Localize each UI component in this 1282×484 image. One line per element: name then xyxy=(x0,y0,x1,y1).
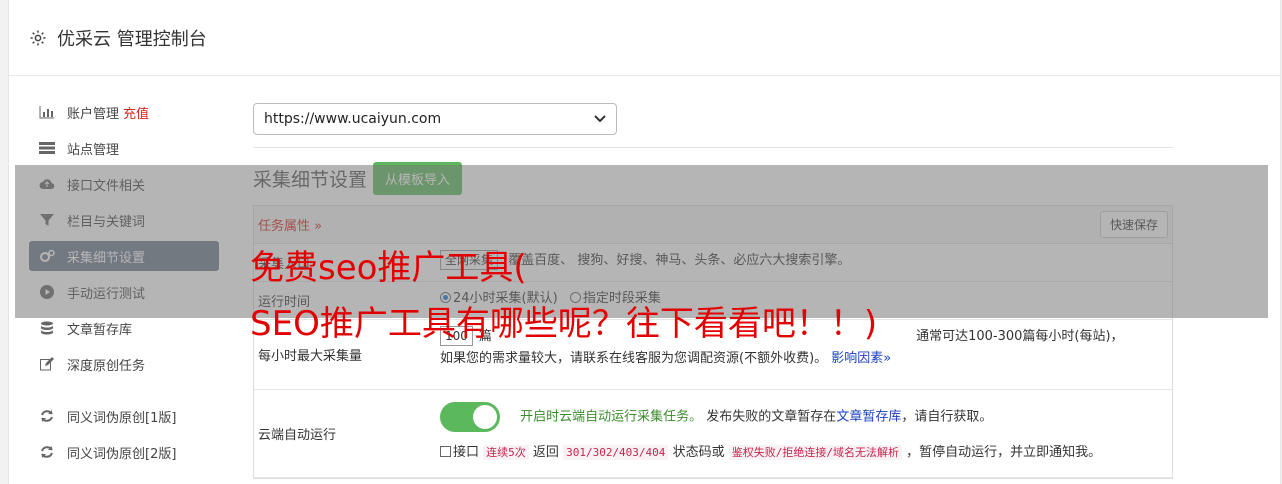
row-source: 采集入口 全网采集 覆盖百度、 搜狗、好搜、神马、头条、必应六大搜索引擎。 xyxy=(254,244,1172,282)
site-select[interactable]: https://www.ucaiyun.com xyxy=(253,103,617,135)
pause-checkbox[interactable] xyxy=(440,446,451,457)
row-cloud-run: 云端自动运行 开启时云端自动运行采集任务。 发布失败的文章暂存在文章暂存库，请自… xyxy=(254,390,1172,478)
cloud-run-toggle[interactable] xyxy=(440,402,500,432)
sidebar-item-label: 采集细节设置 xyxy=(67,250,146,266)
sidebar-item-synonym-v2[interactable]: 同义词伪原创[2版] xyxy=(29,437,219,467)
sidebar-item-deep-original[interactable]: 深度原创任务 xyxy=(29,349,219,379)
console-window: 优采云 管理控制台 账户管理 充值 站点管理 接口文件相关 栏目与关键词 采集细… xyxy=(8,0,1281,484)
radio-24h[interactable] xyxy=(440,292,451,303)
bar-chart-icon xyxy=(39,105,55,119)
row-maxcount: 每小时最大采集量 100 篇 通常可达100-300篇每小时(每站)， 如果您的需… xyxy=(254,320,1172,390)
sidebar-item-label: 同义词伪原创[1版] xyxy=(67,410,177,426)
edit-icon xyxy=(39,357,55,371)
section-title: 采集细节设置 xyxy=(253,169,368,191)
sidebar-item-label: 接口文件相关 xyxy=(67,178,146,194)
row-label: 云端自动运行 xyxy=(258,428,337,443)
play-circle-icon xyxy=(39,285,55,299)
sidebar-nav: 账户管理 充值 站点管理 接口文件相关 栏目与关键词 采集细节设置 手动运行测试… xyxy=(29,97,219,473)
sidebar-item-synonym-v1[interactable]: 同义词伪原创[1版] xyxy=(29,401,219,431)
quick-save-button[interactable]: 快速保存 xyxy=(1099,211,1168,238)
import-template-button[interactable]: 从模板导入 xyxy=(373,162,463,195)
refresh-icon xyxy=(39,409,55,423)
sidebar-item-sites[interactable]: 站点管理 xyxy=(29,133,219,163)
settings-panel: 任务属性 » 快速保存 采集入口 全网采集 覆盖百度、 搜狗、好搜、神马、头条、… xyxy=(253,205,1173,479)
site-select-value: https://www.ucaiyun.com xyxy=(264,111,442,127)
chevron-down-icon xyxy=(594,115,606,123)
gear-icon xyxy=(30,30,46,45)
sidebar-item-label: 账户管理 xyxy=(67,106,120,122)
row-label: 每小时最大采集量 xyxy=(258,349,363,364)
gears-icon xyxy=(39,249,55,263)
sidebar-item-label: 站点管理 xyxy=(67,142,120,158)
influence-factors-link[interactable]: 影响因素» xyxy=(831,351,891,366)
page-title: 优采云 管理控制台 xyxy=(57,28,207,50)
refresh-icon xyxy=(39,445,55,459)
sidebar-item-interface[interactable]: 接口文件相关 xyxy=(29,169,219,199)
sidebar-item-label: 栏目与关键词 xyxy=(67,214,146,230)
cloud-upload-icon xyxy=(39,177,55,191)
page-header: 优采云 管理控制台 xyxy=(9,0,1280,76)
max-count-input[interactable]: 100 xyxy=(440,326,473,346)
sidebar-item-label: 文章暂存库 xyxy=(67,322,133,338)
row-runtime: 运行时间 24小时采集(默认) 指定时段采集 xyxy=(254,282,1172,320)
main-content: https://www.ucaiyun.com 采集细节设置 从模板导入 任务属… xyxy=(253,103,1173,479)
article-store-link[interactable]: 文章暂存库 xyxy=(836,410,901,425)
sidebar-item-account[interactable]: 账户管理 充值 xyxy=(29,97,219,127)
server-icon xyxy=(39,141,55,155)
radio-period[interactable] xyxy=(569,292,581,303)
sidebar-item-label: 深度原创任务 xyxy=(67,358,146,374)
task-attr-toggle[interactable]: 任务属性 » xyxy=(258,215,322,234)
sidebar-item-article-store[interactable]: 文章暂存库 xyxy=(29,313,219,343)
row-label: 运行时间 xyxy=(258,295,311,310)
sidebar-item-label: 同义词伪原创[2版] xyxy=(67,446,177,462)
sidebar-item-label: 手动运行测试 xyxy=(67,286,146,302)
filter-icon xyxy=(39,213,55,227)
sidebar-item-manual-run[interactable]: 手动运行测试 xyxy=(29,277,219,307)
recharge-link[interactable]: 充值 xyxy=(123,103,149,122)
row-label: 采集入口 xyxy=(258,257,311,272)
database-icon xyxy=(39,321,55,335)
source-select[interactable]: 全网采集 xyxy=(440,250,499,270)
sidebar-item-collect-settings[interactable]: 采集细节设置 xyxy=(29,241,219,271)
sidebar-item-keywords[interactable]: 栏目与关键词 xyxy=(29,205,219,235)
